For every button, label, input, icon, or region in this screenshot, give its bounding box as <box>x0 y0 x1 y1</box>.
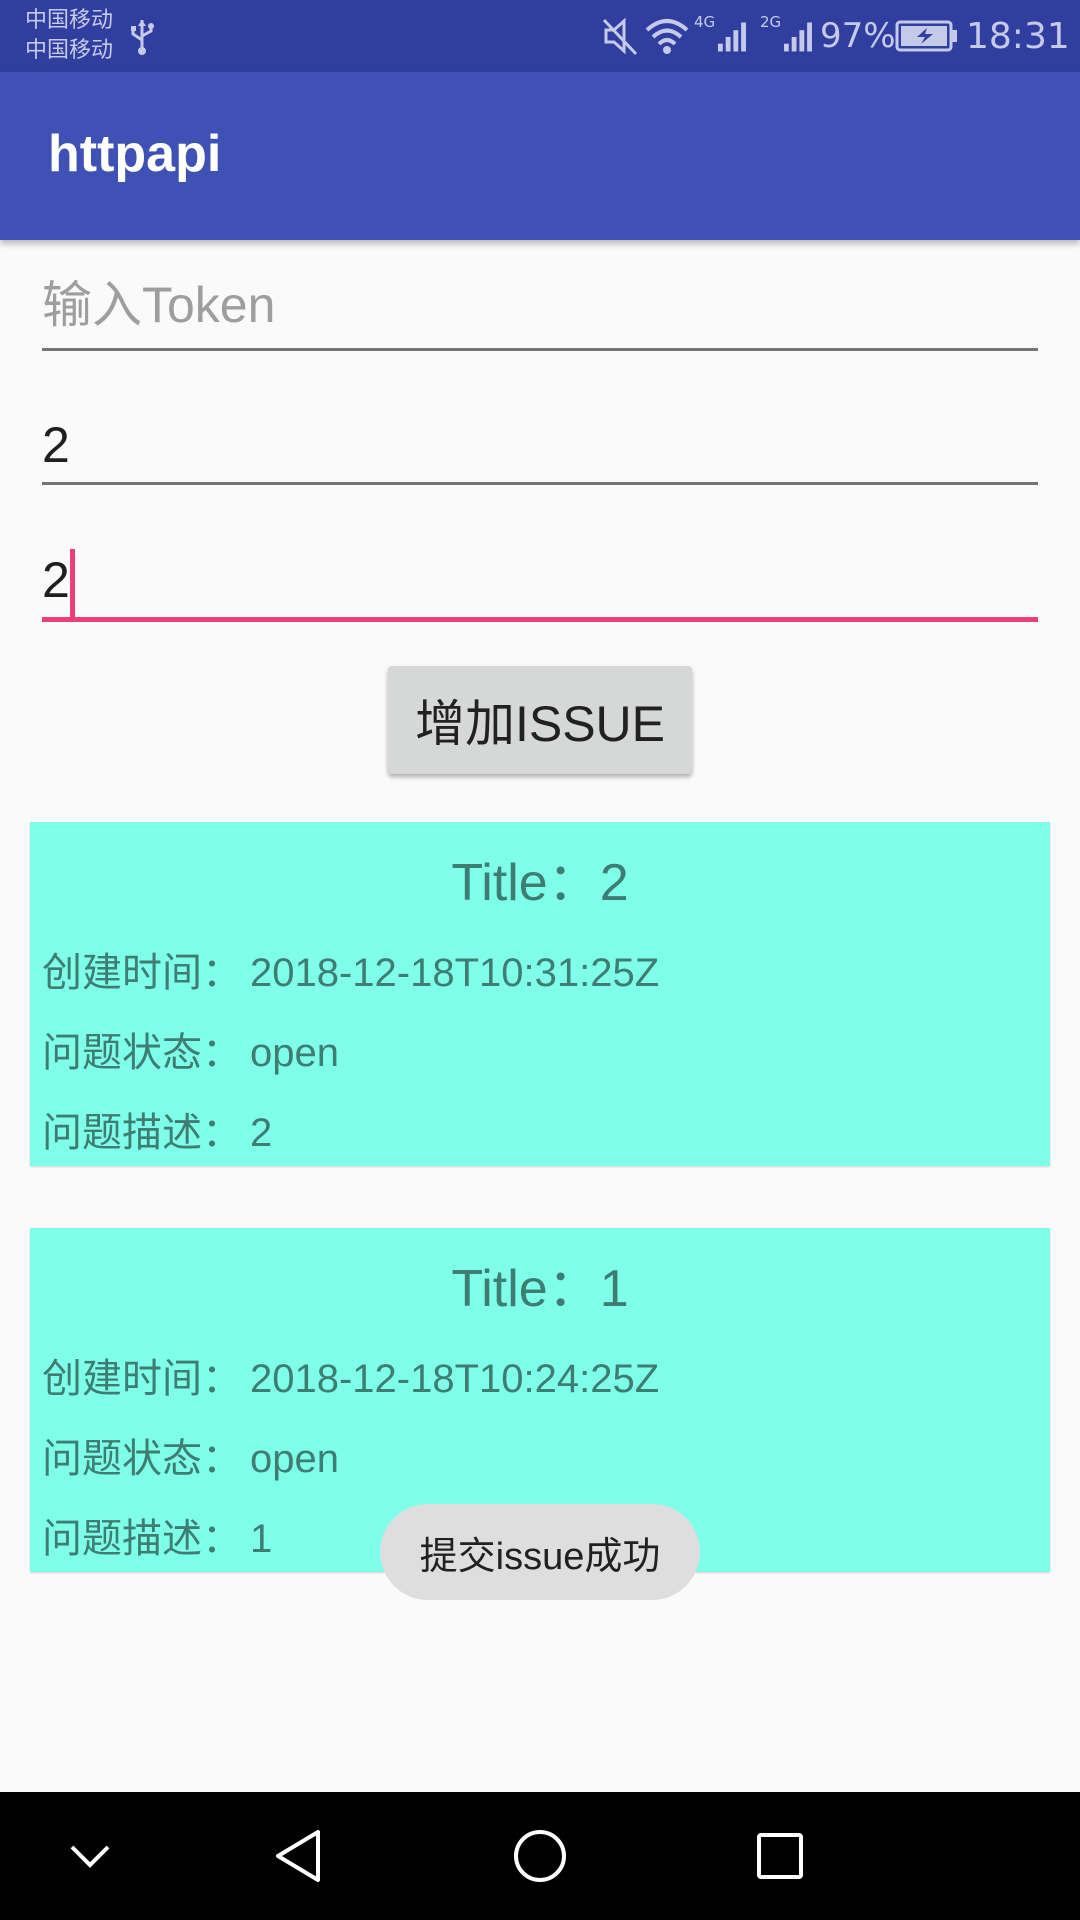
wifi-icon <box>645 0 691 72</box>
issue-title-input[interactable]: 2 <box>42 410 1038 480</box>
usb-icon <box>131 20 154 55</box>
issue-desc-value: 1 <box>250 1517 273 1561</box>
issue-desc-row: 问题描述： 2 <box>42 1100 272 1158</box>
issue-desc-label: 问题描述： <box>42 1111 242 1155</box>
issue-title-value: 2 <box>599 854 629 912</box>
issue-state-row: 问题状态： open <box>42 1426 339 1484</box>
issue-created-label: 创建时间： <box>42 1357 242 1401</box>
issue-desc-row: 问题描述： 1 <box>42 1506 272 1564</box>
network-type-1: 4G <box>694 13 716 31</box>
recents-square-icon[interactable] <box>740 1816 820 1896</box>
battery-percent: 97% <box>820 16 896 56</box>
issue-state-label: 问题状态： <box>42 1437 242 1481</box>
issue-body-value: 2 <box>42 552 70 608</box>
issue-body-input[interactable]: 2 <box>42 545 1038 621</box>
issue-title-label: Title： <box>451 1260 600 1318</box>
navigation-bar <box>0 1792 1080 1920</box>
issue-created-label: 创建时间： <box>42 951 242 995</box>
token-input[interactable] <box>42 270 1038 340</box>
issue-state-label: 问题状态： <box>42 1031 242 1075</box>
issue-created-value: 2018-12-18T10:24:25Z <box>250 1357 660 1401</box>
back-triangle-icon[interactable] <box>258 1816 338 1896</box>
issue-created-value: 2018-12-18T10:31:25Z <box>250 951 660 995</box>
app-bar: httpapi <box>0 72 1080 240</box>
issue-card[interactable]: Title：2 创建时间： 2018-12-18T10:31:25Z 问题状态： o… <box>30 822 1050 1166</box>
signal-icon: 4G <box>694 0 750 72</box>
issue-state-value: open <box>250 1437 339 1481</box>
carrier-info: 中国移动 中国移动 <box>25 6 113 66</box>
issue-desc-value: 2 <box>250 1111 273 1155</box>
carrier-1-label: 中国移动 <box>25 8 114 33</box>
chevron-down-icon[interactable] <box>50 1816 130 1896</box>
signal-icon: 2G <box>760 0 816 72</box>
issue-created-row: 创建时间： 2018-12-18T10:24:25Z <box>42 1346 659 1404</box>
add-issue-button[interactable]: 增加ISSUE <box>388 666 692 774</box>
issue-title: Title：2 <box>30 840 1050 915</box>
clock: 18:31 <box>966 15 1070 57</box>
mute-icon <box>602 0 642 72</box>
battery-charging-icon <box>895 0 961 72</box>
issue-title-field[interactable]: 2 <box>42 410 1038 485</box>
network-type-2: 2G <box>760 13 782 31</box>
issue-body-underline <box>42 617 1038 622</box>
issue-created-row: 创建时间： 2018-12-18T10:31:25Z <box>42 940 659 998</box>
app-title: httpapi <box>48 125 222 183</box>
issue-title-value: 1 <box>599 1260 629 1318</box>
status-bar: 中国移动 中国移动 4G 2G 97% 18:31 <box>0 0 1080 72</box>
toast-message: 提交issue成功 <box>380 1504 700 1600</box>
token-underline <box>42 348 1038 351</box>
issue-state-value: open <box>250 1031 339 1075</box>
carrier-2-label: 中国移动 <box>25 38 114 63</box>
home-circle-icon[interactable] <box>500 1816 580 1896</box>
issue-title: Title：1 <box>30 1246 1050 1321</box>
token-field[interactable] <box>42 270 1038 351</box>
issue-body-field[interactable]: 2 <box>42 545 1038 622</box>
issue-title-underline <box>42 482 1038 485</box>
text-cursor <box>70 549 75 621</box>
issue-title-label: Title： <box>451 854 600 912</box>
issue-desc-label: 问题描述： <box>42 1517 242 1561</box>
issue-state-row: 问题状态： open <box>42 1020 339 1078</box>
screen: 中国移动 中国移动 4G 2G 97% 18:31 httpapi 输入Toke… <box>0 0 1080 1920</box>
